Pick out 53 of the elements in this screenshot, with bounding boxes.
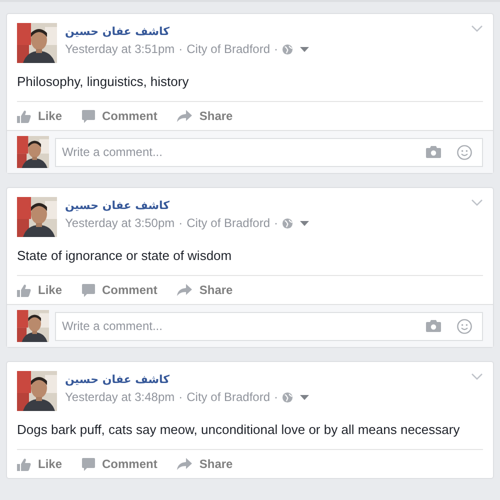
like-button[interactable]: Like — [17, 104, 62, 128]
speech-bubble-icon — [82, 458, 96, 470]
share-arrow-icon — [177, 458, 192, 470]
location-link[interactable]: City of Bradford — [186, 42, 270, 57]
share-button[interactable]: Share — [177, 452, 233, 476]
post-text: Dogs bark puff, cats say meow, unconditional love or by all means necessary — [16, 421, 461, 439]
location-link[interactable]: City of Bradford — [186, 216, 270, 231]
post-time[interactable]: Yesterday at 3:51pm — [65, 42, 175, 57]
comment-input[interactable]: Write a comment... — [62, 145, 410, 159]
like-button[interactable]: Like — [17, 452, 62, 476]
post-text: Philosophy, linguistics, history — [16, 73, 190, 91]
globe-icon — [282, 392, 294, 403]
chevron-down-icon[interactable] — [471, 373, 483, 380]
speech-bubble-icon — [82, 110, 96, 122]
comment-button[interactable]: Comment — [82, 452, 158, 476]
separator-dot: · — [274, 390, 278, 405]
smiley-icon[interactable] — [457, 144, 472, 160]
author-name[interactable]: كاشف عفان حسين — [65, 24, 170, 39]
separator-dot: · — [178, 390, 183, 405]
post-text: State of ignorance or state of wisdom — [16, 247, 233, 265]
chevron-down-icon[interactable] — [471, 25, 483, 32]
separator-dot: · — [178, 216, 183, 231]
globe-icon — [282, 44, 294, 55]
comment-field[interactable]: Write a comment... — [55, 312, 483, 340]
share-arrow-icon — [177, 110, 192, 122]
comment-field[interactable]: Write a comment... — [55, 138, 483, 166]
globe-icon — [282, 218, 294, 229]
separator-dot: · — [178, 42, 183, 57]
share-button[interactable]: Share — [177, 104, 233, 128]
dropdown-caret-icon[interactable] — [300, 221, 310, 226]
dropdown-caret-icon[interactable] — [300, 395, 310, 400]
dropdown-caret-icon[interactable] — [300, 47, 310, 52]
comment-input[interactable]: Write a comment... — [62, 319, 410, 333]
like-button[interactable]: Like — [17, 278, 62, 302]
share-button[interactable]: Share — [177, 278, 233, 302]
comment-button[interactable]: Comment — [82, 278, 158, 302]
separator-dot: · — [274, 216, 278, 231]
comment-button[interactable]: Comment — [82, 104, 158, 128]
thumbs-up-icon — [17, 284, 31, 296]
post-time[interactable]: Yesterday at 3:48pm — [65, 390, 175, 405]
smiley-icon[interactable] — [457, 318, 472, 334]
chevron-down-icon[interactable] — [471, 199, 483, 206]
author-name[interactable]: كاشف عفان حسين — [65, 372, 170, 387]
thumbs-up-icon — [17, 110, 31, 122]
camera-icon[interactable] — [426, 146, 441, 158]
post-time[interactable]: Yesterday at 3:50pm — [65, 216, 175, 231]
camera-icon[interactable] — [426, 320, 441, 332]
share-arrow-icon — [177, 284, 192, 296]
author-name[interactable]: كاشف عفان حسين — [65, 198, 170, 213]
location-link[interactable]: City of Bradford — [186, 390, 270, 405]
thumbs-up-icon — [17, 458, 31, 470]
separator-dot: · — [274, 42, 278, 57]
speech-bubble-icon — [82, 284, 96, 296]
